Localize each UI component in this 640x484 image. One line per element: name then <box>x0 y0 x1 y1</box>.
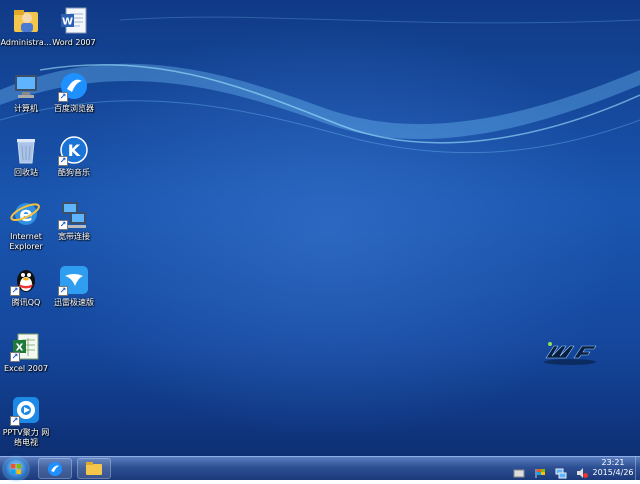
desktop-icon-pptv[interactable]: ↗ PPTV聚力 网络电视 <box>0 394 52 448</box>
internet-explorer-icon: e <box>10 198 42 230</box>
taskbar-browser-button[interactable] <box>38 458 72 479</box>
xunlei-bird-icon: ↗ <box>58 264 90 296</box>
taskbar: 23:21 2015/4/26 <box>0 456 640 480</box>
broadband-connection-icon: ↗ <box>58 198 90 230</box>
shortcut-arrow-icon: ↗ <box>10 286 20 296</box>
folder-icon <box>86 462 102 475</box>
browser-icon <box>48 462 62 476</box>
desktop-icon-qq[interactable]: ↗ 腾讯QQ <box>0 264 52 308</box>
show-desktop-button[interactable] <box>635 457 640 480</box>
clock-time: 23:21 <box>601 458 625 467</box>
desktop-icon-excel[interactable]: X ↗ Excel 2007 <box>0 330 52 374</box>
svg-text:W: W <box>62 17 73 28</box>
desktop-icon-computer[interactable]: 计算机 <box>0 70 52 114</box>
desktop-icon-kugou[interactable]: K ↗ 酷狗音乐 <box>48 134 100 178</box>
desktop-background: Administra... 计算机 回收站 e Internet Explore… <box>0 0 640 456</box>
shortcut-arrow-icon: ↗ <box>58 92 68 102</box>
kugou-music-icon: K ↗ <box>58 134 90 166</box>
desktop-icon-internet-explorer[interactable]: e Internet Explorer <box>0 198 52 252</box>
shortcut-arrow-icon: ↗ <box>10 352 20 362</box>
desktop-icon-word[interactable]: W Word 2007 <box>48 4 100 48</box>
desktop-icon-xunlei[interactable]: ↗ 迅雷极速版 <box>48 264 100 308</box>
shortcut-arrow-icon: ↗ <box>58 220 68 230</box>
shortcut-arrow-icon: ↗ <box>58 286 68 296</box>
pptv-icon: ↗ <box>10 394 42 426</box>
desktop-icon-broadband[interactable]: ↗ 宽带连接 <box>48 198 100 242</box>
excel-document-icon: X ↗ <box>10 330 42 362</box>
network-icon[interactable] <box>555 467 567 479</box>
desktop-icon-administrator[interactable]: Administra... <box>0 4 52 48</box>
computer-icon <box>10 70 42 102</box>
shortcut-arrow-icon: ↗ <box>10 416 20 426</box>
clock-date: 2015/4/26 <box>592 468 634 477</box>
keyboard-icon[interactable] <box>513 467 525 479</box>
desktop-icon-recycle-bin[interactable]: 回收站 <box>0 134 52 178</box>
volume-muted-icon[interactable] <box>576 467 588 479</box>
recycle-bin-icon <box>10 134 42 166</box>
desktop-icon-baidu-browser[interactable]: ↗ 百度浏览器 <box>48 70 100 114</box>
user-folder-icon <box>10 4 42 36</box>
flag-icon[interactable] <box>534 467 546 479</box>
system-tray <box>509 462 588 479</box>
svg-text:K: K <box>68 141 81 160</box>
qq-penguin-icon: ↗ <box>10 264 42 296</box>
wallpaper-logo <box>544 342 597 365</box>
taskbar-clock[interactable]: 23:21 2015/4/26 <box>590 458 636 478</box>
start-button[interactable] <box>4 458 28 480</box>
word-document-icon: W <box>58 4 90 36</box>
shortcut-arrow-icon: ↗ <box>58 156 68 166</box>
windows-logo-icon <box>11 464 21 474</box>
baidu-browser-icon: ↗ <box>58 70 90 102</box>
taskbar-explorer-button[interactable] <box>77 458 111 479</box>
